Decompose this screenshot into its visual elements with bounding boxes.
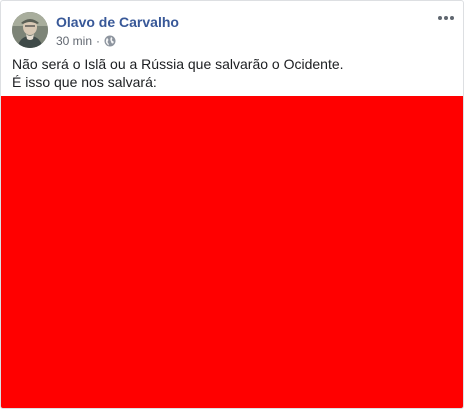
avatar-image [12, 12, 48, 48]
globe-icon[interactable] [104, 35, 116, 47]
author-name[interactable]: Olavo de Carvalho [56, 14, 179, 30]
post-text: Não será o Islã ou a Rússia que salvarão… [12, 55, 452, 91]
post-text-line: Não será o Islã ou a Rússia que salvarão… [12, 56, 344, 72]
post-meta: 30 min · [56, 34, 116, 48]
more-options-icon[interactable] [437, 11, 455, 23]
post-timestamp[interactable]: 30 min [56, 34, 92, 48]
post-text-line: É isso que nos salvará: [12, 74, 157, 90]
avatar[interactable] [12, 12, 48, 48]
post-header: Olavo de Carvalho 30 min · [1, 1, 463, 51]
meta-separator: · [96, 34, 101, 48]
post-media-image[interactable] [1, 96, 463, 408]
facebook-post: Olavo de Carvalho 30 min · Não será o Is… [0, 0, 464, 409]
